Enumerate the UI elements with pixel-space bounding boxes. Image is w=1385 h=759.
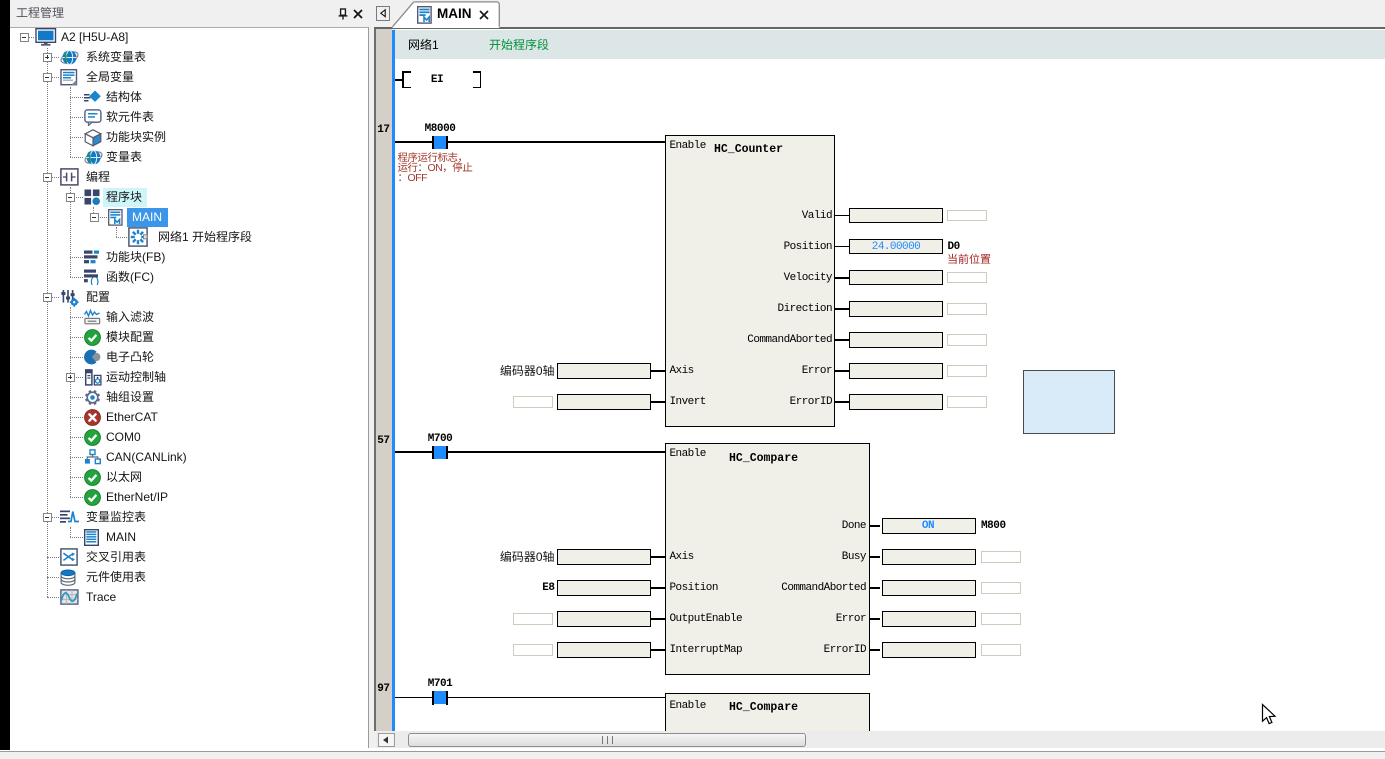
svg-text:(): ()	[89, 277, 100, 285]
